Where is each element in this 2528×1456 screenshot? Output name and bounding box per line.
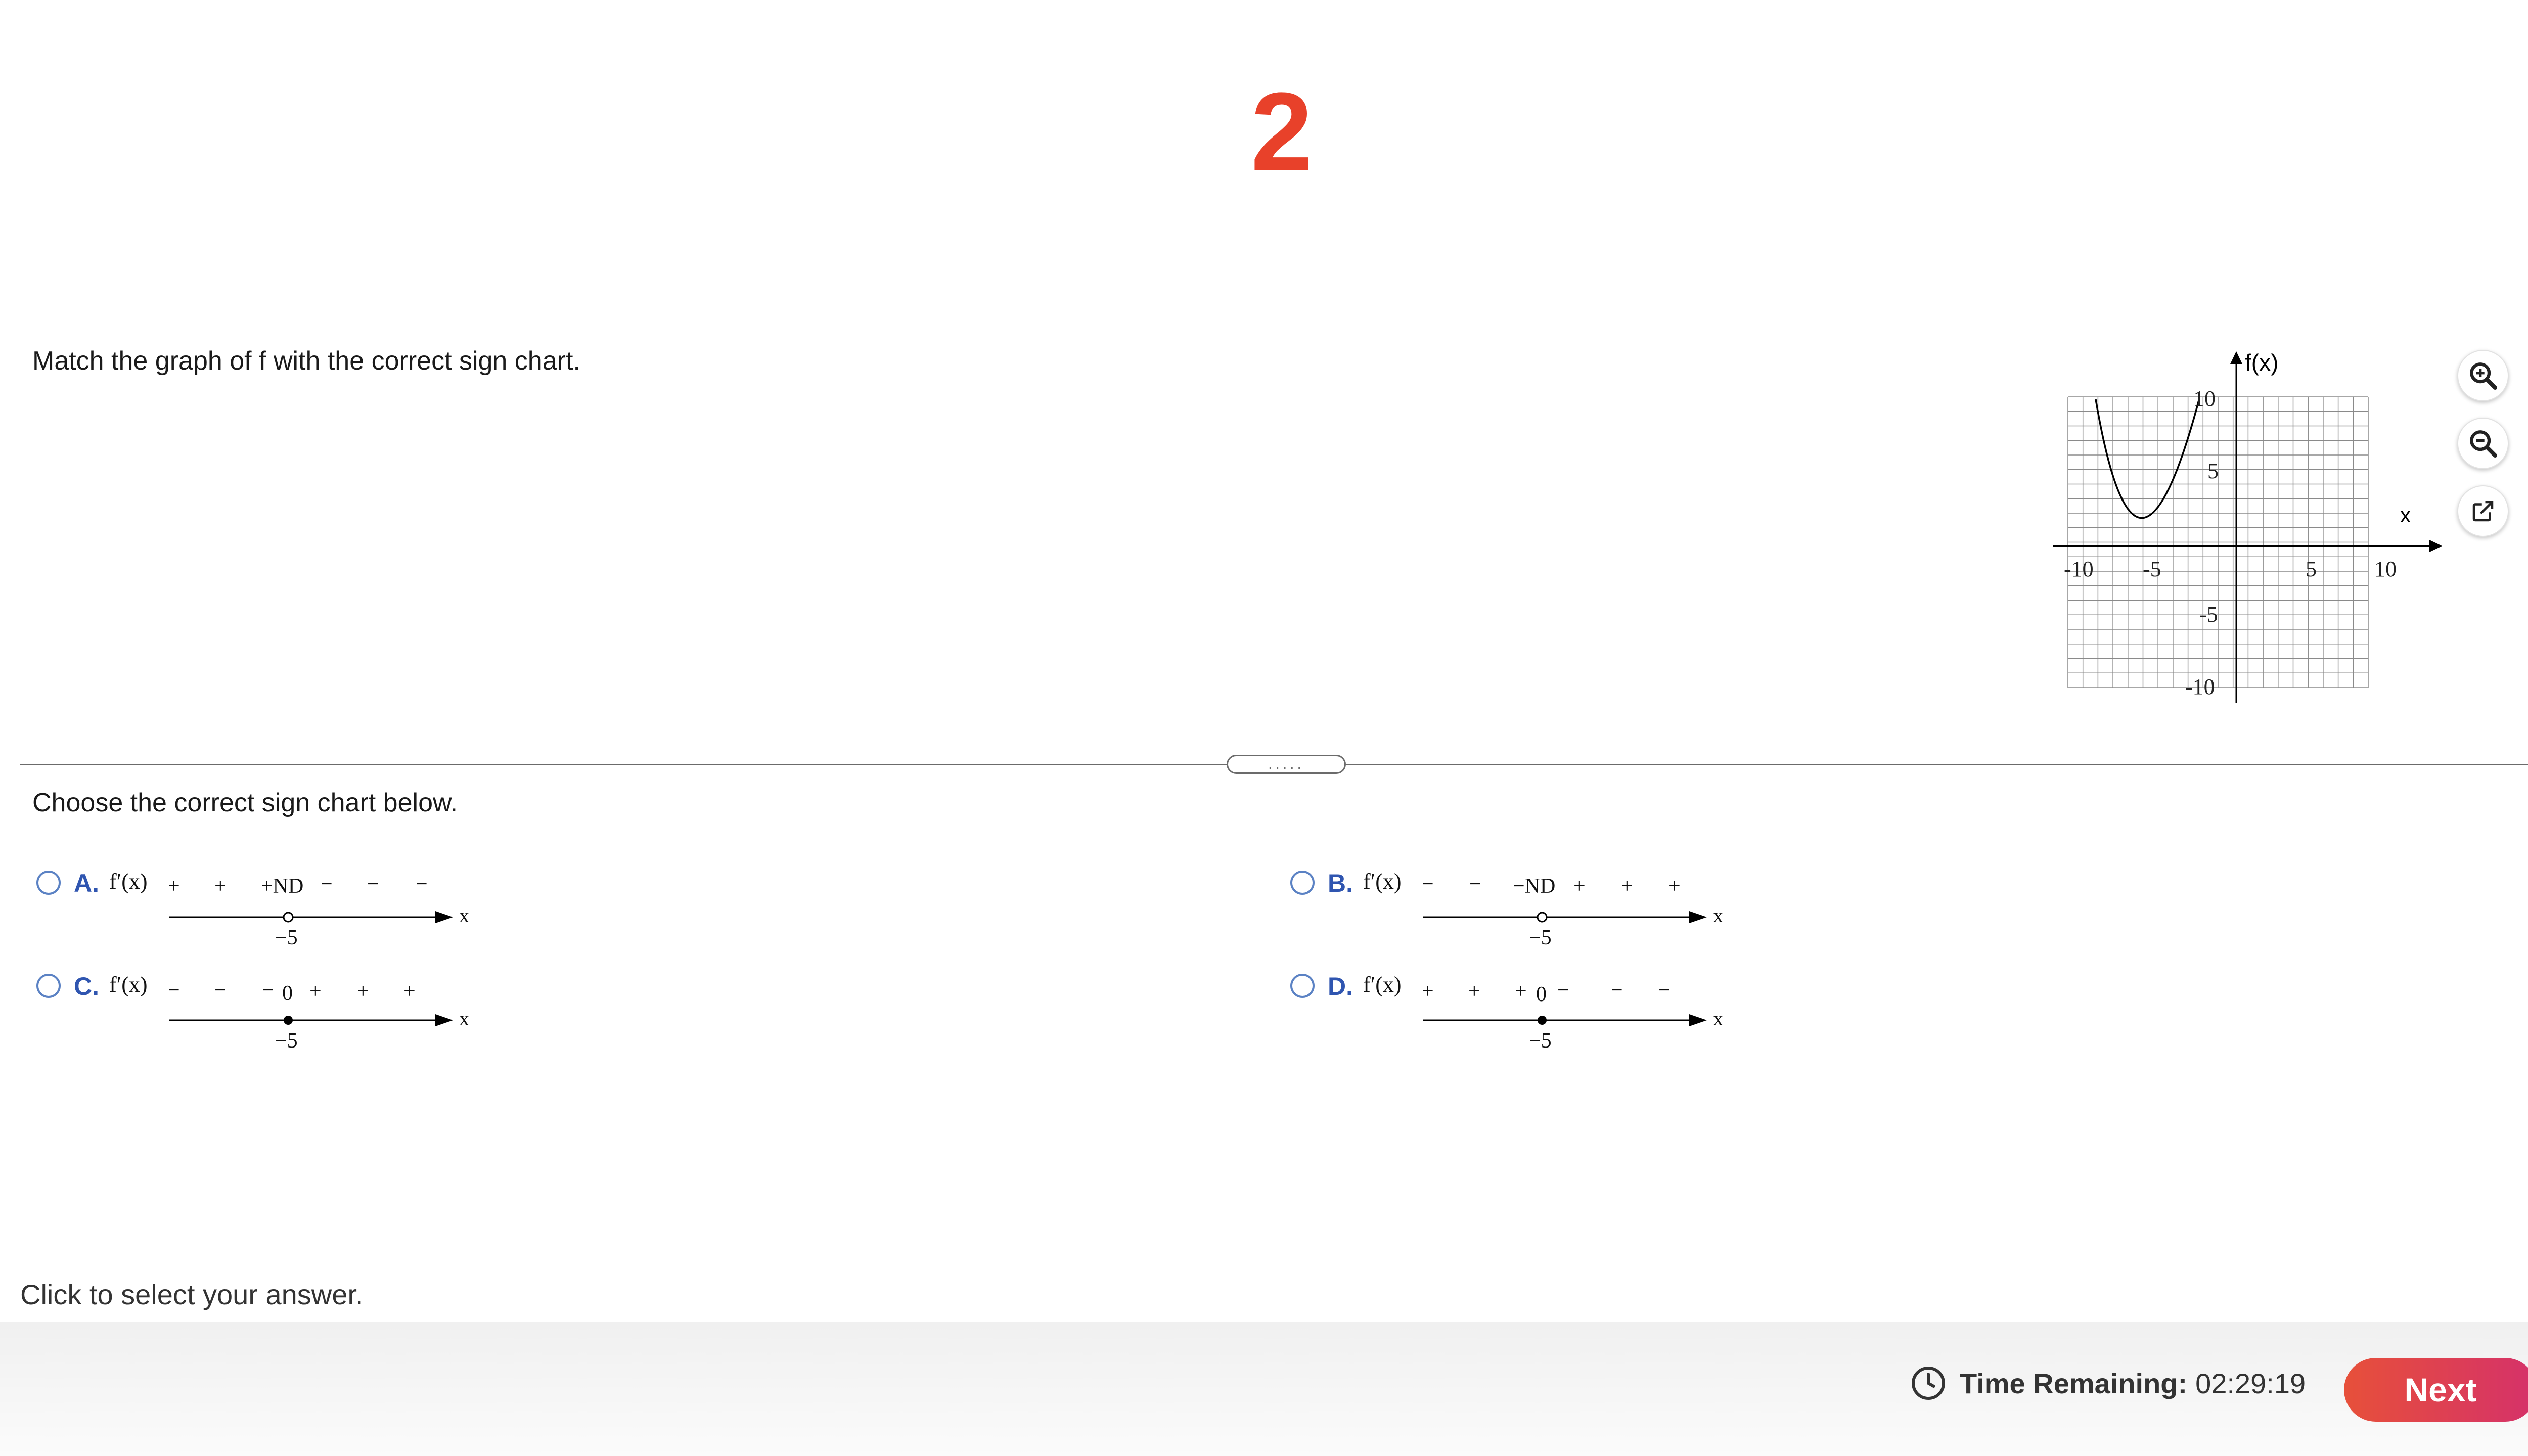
graph-grid <box>2067 396 2369 688</box>
sign: + <box>403 980 416 1003</box>
graph-ylabel: f(x) <box>2245 349 2278 376</box>
sign: − <box>1611 979 1623 1002</box>
sign: + <box>357 980 369 1003</box>
sign-chart-function: f′(x) <box>109 972 148 997</box>
divider-handle[interactable]: ..... <box>1227 755 1346 774</box>
sign-chart-b: f′(x) − − −ND + + + x −5 <box>1363 869 1723 949</box>
radio-a[interactable] <box>36 871 61 895</box>
sign-chart-function: f′(x) <box>1363 869 1402 894</box>
external-link-icon <box>2472 500 2494 522</box>
y-tick-label: -10 <box>2185 674 2215 699</box>
y-tick-label: 5 <box>2207 459 2219 483</box>
popout-button[interactable] <box>2457 485 2509 537</box>
point-marker-open <box>283 912 294 923</box>
sign: +ND <box>261 875 303 898</box>
point-marker-open <box>1537 912 1548 923</box>
sign-chart-axis: x <box>1713 1007 1723 1030</box>
sign: + <box>1515 980 1527 1003</box>
radio-d[interactable] <box>1290 974 1315 998</box>
click-hint: Click to select your answer. <box>20 1279 364 1310</box>
sign: + <box>168 875 180 898</box>
x-tick-label: 5 <box>2306 557 2317 581</box>
graph-axes <box>2053 351 2442 703</box>
sign: + <box>1573 875 1586 898</box>
sign: + <box>1621 875 1633 898</box>
sign: − <box>321 873 333 896</box>
option-letter: C. <box>74 972 99 1000</box>
sign-chart-axis: x <box>1713 904 1723 927</box>
radio-b[interactable] <box>1290 871 1315 895</box>
sign: − <box>168 979 180 1002</box>
sign: + <box>1668 875 1681 898</box>
function-graph: f(x) x -10 -5 5 10 10 5 -5 -10 <box>2053 349 2442 703</box>
option-letter: D. <box>1328 972 1353 1000</box>
y-tick-label: 10 <box>2193 386 2216 411</box>
sign: − <box>416 873 428 896</box>
sign-chart-axis: x <box>459 904 469 927</box>
sign-chart-c: f′(x) − − − 0 + + + x −5 <box>109 972 469 1053</box>
sign: − <box>1422 873 1434 896</box>
critical-point: −5 <box>1529 926 1552 949</box>
option-letter: A. <box>74 869 99 897</box>
sign-chart-axis: x <box>459 1007 469 1030</box>
point-marker-filled <box>284 1016 293 1025</box>
time-remaining: Time Remaining: 02:29:19 <box>1910 1365 2306 1401</box>
point-marker-filled <box>1538 1016 1547 1025</box>
x-tick-label: -10 <box>2064 557 2094 581</box>
sign: + <box>309 980 322 1003</box>
sign-chart-function: f′(x) <box>109 869 148 894</box>
next-button[interactable]: Next <box>2344 1358 2528 1422</box>
option-letter: B. <box>1328 869 1353 897</box>
graph-curve <box>2095 398 2200 519</box>
clock-icon <box>1912 1367 1945 1400</box>
radio-c[interactable] <box>36 974 61 998</box>
sign: + <box>1422 980 1434 1003</box>
critical-point: −5 <box>1529 1029 1552 1053</box>
x-tick-label: 10 <box>2374 557 2397 581</box>
zoom-in-button[interactable] <box>2457 350 2509 401</box>
sign: − <box>262 979 274 1002</box>
sign: + <box>214 875 227 898</box>
sign: − <box>1658 979 1671 1002</box>
option-b[interactable]: B. f′(x) − − −ND + + + x −5 <box>1290 869 1747 960</box>
option-d[interactable]: D. f′(x) + + + 0 − − − x −5 <box>1290 972 1747 1063</box>
sign: − <box>1469 873 1481 896</box>
sign-chart-a: f′(x) + + +ND − − − x −5 <box>109 869 469 949</box>
timer-value: 02:29:19 <box>2195 1367 2306 1399</box>
graph-xlabel: x <box>2400 503 2411 527</box>
x-tick-label: -5 <box>2143 557 2161 581</box>
sign: 0 <box>1536 983 1547 1006</box>
critical-point: −5 <box>275 1029 298 1053</box>
option-a[interactable]: A. f′(x) + + +ND − − − x −5 <box>36 869 493 960</box>
sign: −ND <box>1513 875 1555 898</box>
sign: 0 <box>282 982 293 1005</box>
question-prompt: Match the graph of f with the correct si… <box>32 346 580 376</box>
sign-chart-d: f′(x) + + + 0 − − − x −5 <box>1363 972 1723 1053</box>
zoom-out-icon <box>2470 430 2497 458</box>
sign: − <box>214 979 227 1002</box>
y-tick-label: -5 <box>2199 602 2218 627</box>
choose-instruction: Choose the correct sign chart below. <box>32 788 458 817</box>
zoom-out-button[interactable] <box>2457 418 2509 469</box>
timer-label: Time Remaining: <box>1960 1367 2188 1399</box>
critical-point: −5 <box>275 926 298 949</box>
question-number: 2 <box>1250 69 1313 194</box>
sign: − <box>367 873 379 896</box>
sign: − <box>1557 979 1569 1002</box>
option-c[interactable]: C. f′(x) − − − 0 + + + x −5 <box>36 972 493 1063</box>
sign: + <box>1468 980 1480 1003</box>
zoom-in-icon <box>2470 362 2497 390</box>
sign-chart-function: f′(x) <box>1363 972 1402 997</box>
